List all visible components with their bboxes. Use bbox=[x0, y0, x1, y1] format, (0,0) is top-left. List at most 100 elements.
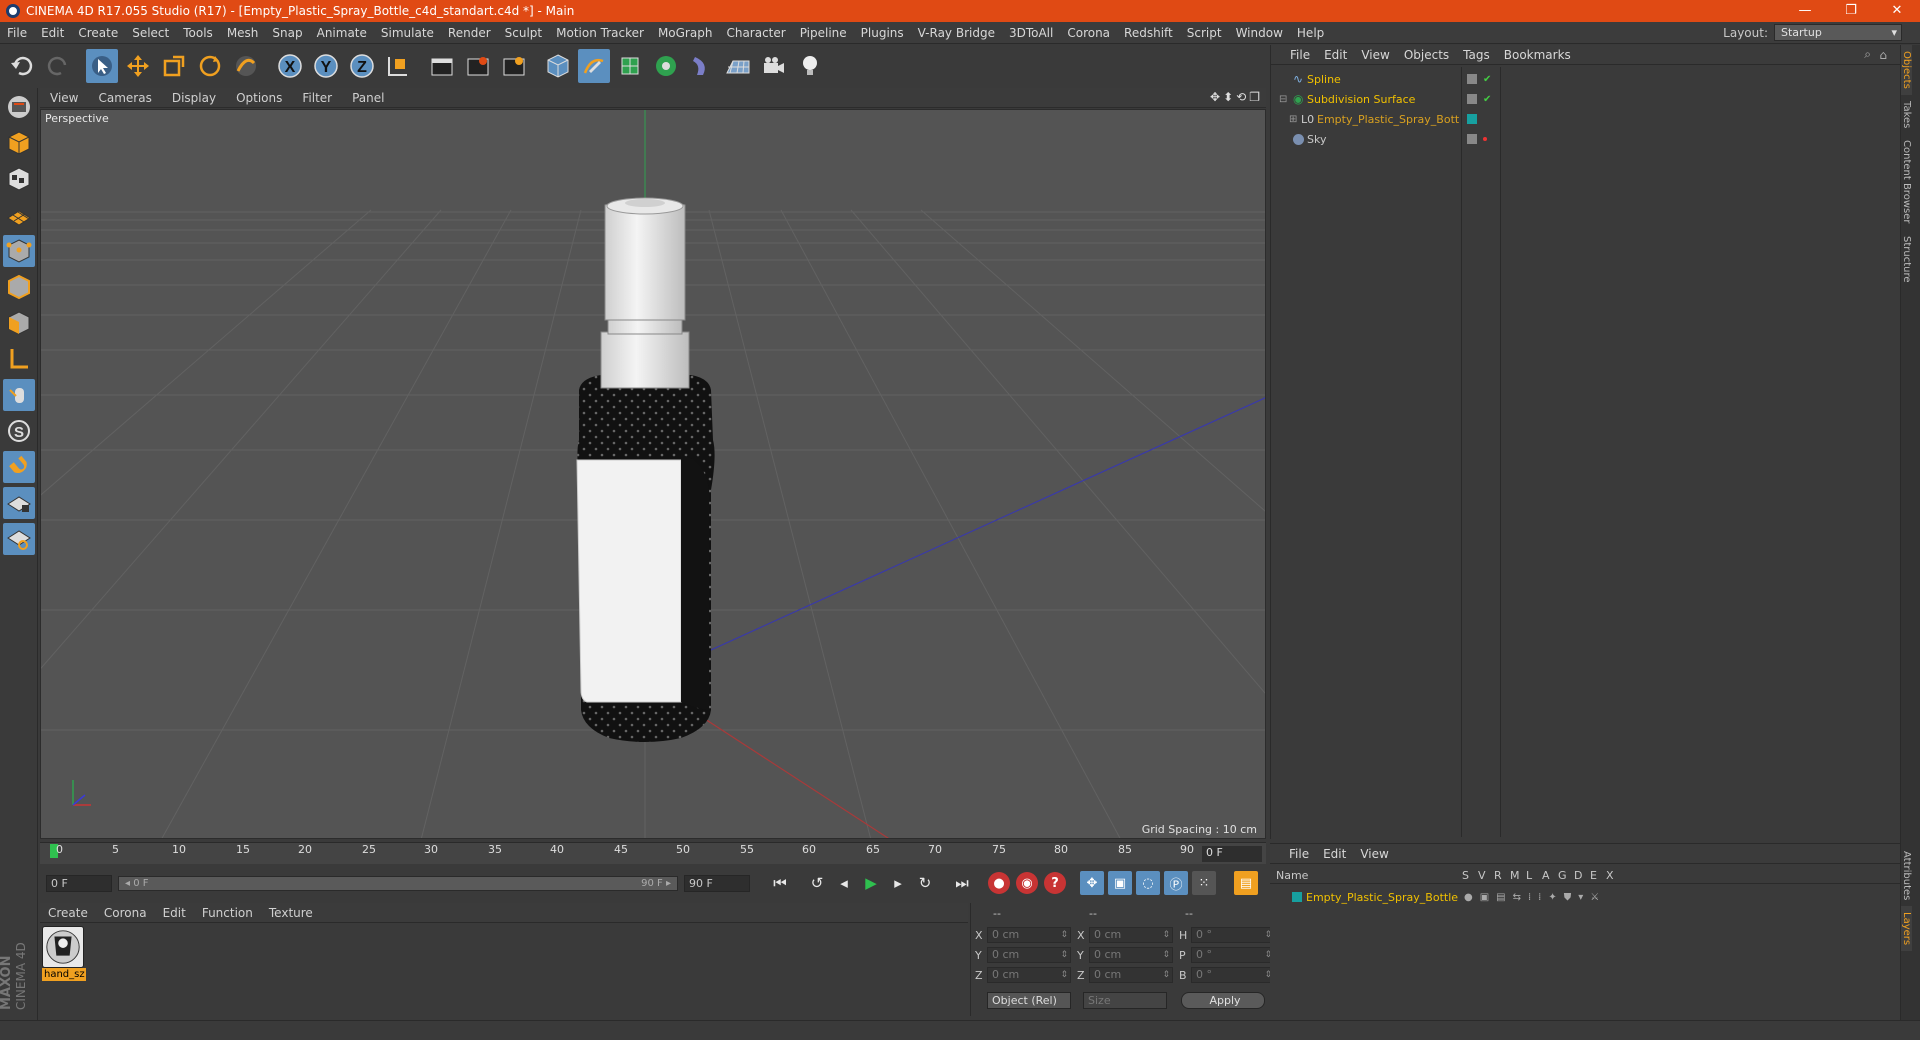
menu-select[interactable]: Select bbox=[125, 22, 176, 44]
key-parameter-icon[interactable]: Ⓟ bbox=[1164, 871, 1188, 895]
side-tab-content-browser[interactable]: Content Browser bbox=[1901, 134, 1912, 229]
maximize-view-icon[interactable]: ❐ bbox=[1249, 90, 1260, 104]
key-scale-icon[interactable]: ▣ bbox=[1108, 871, 1132, 895]
search-icon[interactable]: ⌕ bbox=[1864, 47, 1871, 62]
goto-end-icon[interactable]: ⏭ bbox=[950, 872, 974, 894]
object-row-sky[interactable]: Sky bbox=[1271, 129, 1901, 149]
layer-row[interactable]: Empty_Plastic_Spray_Bottle ●▣▤⇆⁞⁞✦⛊▾⚔ bbox=[1270, 887, 1900, 907]
menu-window[interactable]: Window bbox=[1229, 22, 1290, 44]
objects-menu-objects[interactable]: Objects bbox=[1397, 48, 1456, 62]
live-select-icon[interactable] bbox=[230, 49, 262, 83]
restore-button[interactable]: ❐ bbox=[1828, 0, 1874, 22]
size-x-field[interactable]: 0 cm bbox=[1089, 927, 1173, 943]
menu-script[interactable]: Script bbox=[1180, 22, 1229, 44]
layer-flags-icons[interactable]: ●▣▤⇆⁞⁞✦⛊▾⚔ bbox=[1464, 892, 1606, 903]
y-axis-icon[interactable]: Y bbox=[310, 49, 342, 83]
layers-menu-edit[interactable]: Edit bbox=[1316, 847, 1353, 861]
select-arrow-icon[interactable] bbox=[86, 49, 118, 83]
rotation-h-field[interactable]: 0 ° bbox=[1191, 927, 1275, 943]
key-position-icon[interactable]: ✥ bbox=[1080, 871, 1104, 895]
menu-create[interactable]: Create bbox=[71, 22, 125, 44]
menu-plugins[interactable]: Plugins bbox=[854, 22, 911, 44]
objects-menu-file[interactable]: File bbox=[1283, 48, 1317, 62]
menu-redshift[interactable]: Redshift bbox=[1117, 22, 1180, 44]
planar-workplane-icon[interactable] bbox=[3, 523, 35, 555]
subdivision-icon[interactable] bbox=[614, 49, 646, 83]
key-pla-icon[interactable]: ⁙ bbox=[1192, 871, 1216, 895]
points-mode-icon[interactable] bbox=[3, 235, 35, 267]
menu-pipeline[interactable]: Pipeline bbox=[793, 22, 854, 44]
home-icon[interactable]: ⌂ bbox=[1879, 48, 1887, 62]
menu-character[interactable]: Character bbox=[719, 22, 792, 44]
close-button[interactable]: ✕ bbox=[1874, 0, 1920, 22]
material-menu-function[interactable]: Function bbox=[194, 906, 261, 920]
objects-menu-bookmarks[interactable]: Bookmarks bbox=[1497, 48, 1578, 62]
viewport-menu-display[interactable]: Display bbox=[162, 91, 226, 105]
x-axis-icon[interactable]: X bbox=[274, 49, 306, 83]
enabled-check-icon[interactable]: ✔ bbox=[1483, 74, 1491, 85]
prev-key-icon[interactable]: ↺ bbox=[805, 872, 829, 894]
goto-start-icon[interactable]: ⏮ bbox=[768, 872, 792, 894]
menu-tools[interactable]: Tools bbox=[176, 22, 220, 44]
floor-icon[interactable] bbox=[722, 49, 754, 83]
model-mode-icon[interactable] bbox=[3, 127, 35, 159]
current-frame-field[interactable]: 0 F bbox=[1202, 846, 1262, 862]
side-tab-attributes[interactable]: Attributes bbox=[1901, 845, 1912, 906]
rotation-b-field[interactable]: 0 ° bbox=[1191, 967, 1275, 983]
key-selection-icon[interactable]: ? bbox=[1044, 872, 1066, 894]
play-icon[interactable]: ▶ bbox=[859, 872, 883, 894]
layer-color-swatch[interactable] bbox=[1292, 892, 1302, 902]
viewport-menu-cameras[interactable]: Cameras bbox=[88, 91, 161, 105]
tweak-mode-icon[interactable] bbox=[3, 379, 35, 411]
rotate-icon[interactable] bbox=[194, 49, 226, 83]
side-tab-objects[interactable]: Objects bbox=[1901, 45, 1912, 95]
polygons-mode-icon[interactable] bbox=[3, 307, 35, 339]
next-frame-icon[interactable]: ▸ bbox=[886, 872, 910, 894]
make-editable-icon[interactable] bbox=[3, 91, 35, 123]
orbit-view-icon[interactable]: ⟲ bbox=[1236, 90, 1246, 104]
size-y-field[interactable]: 0 cm bbox=[1089, 947, 1173, 963]
preview-range-slider[interactable]: ◂ 0 F 90 F ▸ bbox=[118, 875, 678, 891]
position-y-field[interactable]: 0 cm bbox=[987, 947, 1071, 963]
next-key-icon[interactable]: ↻ bbox=[913, 872, 937, 894]
deformer-icon[interactable] bbox=[686, 49, 718, 83]
material-menu-edit[interactable]: Edit bbox=[155, 906, 194, 920]
layers-menu-view[interactable]: View bbox=[1353, 847, 1395, 861]
undo-icon[interactable] bbox=[6, 49, 38, 83]
object-row-spline[interactable]: ∿ Spline ✔ bbox=[1271, 69, 1901, 89]
layer-toggle[interactable] bbox=[1467, 134, 1477, 144]
layout-select[interactable]: Startup bbox=[1774, 24, 1902, 41]
layer-toggle[interactable] bbox=[1467, 74, 1477, 84]
viewport-menu-view[interactable]: View bbox=[40, 91, 88, 105]
objects-menu-tags[interactable]: Tags bbox=[1456, 48, 1497, 62]
light-icon[interactable] bbox=[794, 49, 826, 83]
start-frame-field[interactable]: 0 F bbox=[46, 874, 112, 892]
material-menu-texture[interactable]: Texture bbox=[261, 906, 321, 920]
side-tab-structure[interactable]: Structure bbox=[1901, 230, 1912, 289]
end-frame-field[interactable]: 90 F bbox=[684, 874, 750, 892]
objects-menu-edit[interactable]: Edit bbox=[1317, 48, 1354, 62]
coordinate-mode-select[interactable]: Object (Rel) bbox=[987, 992, 1071, 1009]
magnet-icon[interactable] bbox=[3, 451, 35, 483]
autokey-icon[interactable]: ◉ bbox=[1016, 872, 1038, 894]
material-menu-corona[interactable]: Corona bbox=[96, 906, 155, 920]
position-x-field[interactable]: 0 cm bbox=[987, 927, 1071, 943]
side-tab-layers[interactable]: Layers bbox=[1901, 906, 1912, 952]
move-icon[interactable] bbox=[122, 49, 154, 83]
menu-animate[interactable]: Animate bbox=[310, 22, 374, 44]
menu-render[interactable]: Render bbox=[441, 22, 498, 44]
viewport-menu-options[interactable]: Options bbox=[226, 91, 292, 105]
coordinate-system-icon[interactable] bbox=[382, 49, 414, 83]
layer-toggle[interactable] bbox=[1467, 94, 1477, 104]
material-menu-create[interactable]: Create bbox=[40, 906, 96, 920]
collapse-toggle-icon[interactable]: ⊟ bbox=[1279, 94, 1287, 105]
layers-menu-file[interactable]: File bbox=[1282, 847, 1316, 861]
viewport-menu-panel[interactable]: Panel bbox=[342, 91, 394, 105]
size-z-field[interactable]: 0 cm bbox=[1089, 967, 1173, 983]
timeline-ruler[interactable]: 0 5 10 15 20 25 30 35 40 45 50 55 60 65 … bbox=[40, 842, 1266, 864]
z-axis-icon[interactable]: Z bbox=[346, 49, 378, 83]
render-view-icon[interactable] bbox=[426, 49, 458, 83]
render-settings-icon[interactable] bbox=[498, 49, 530, 83]
apply-button[interactable]: Apply bbox=[1181, 992, 1265, 1009]
menu-mograph[interactable]: MoGraph bbox=[651, 22, 720, 44]
